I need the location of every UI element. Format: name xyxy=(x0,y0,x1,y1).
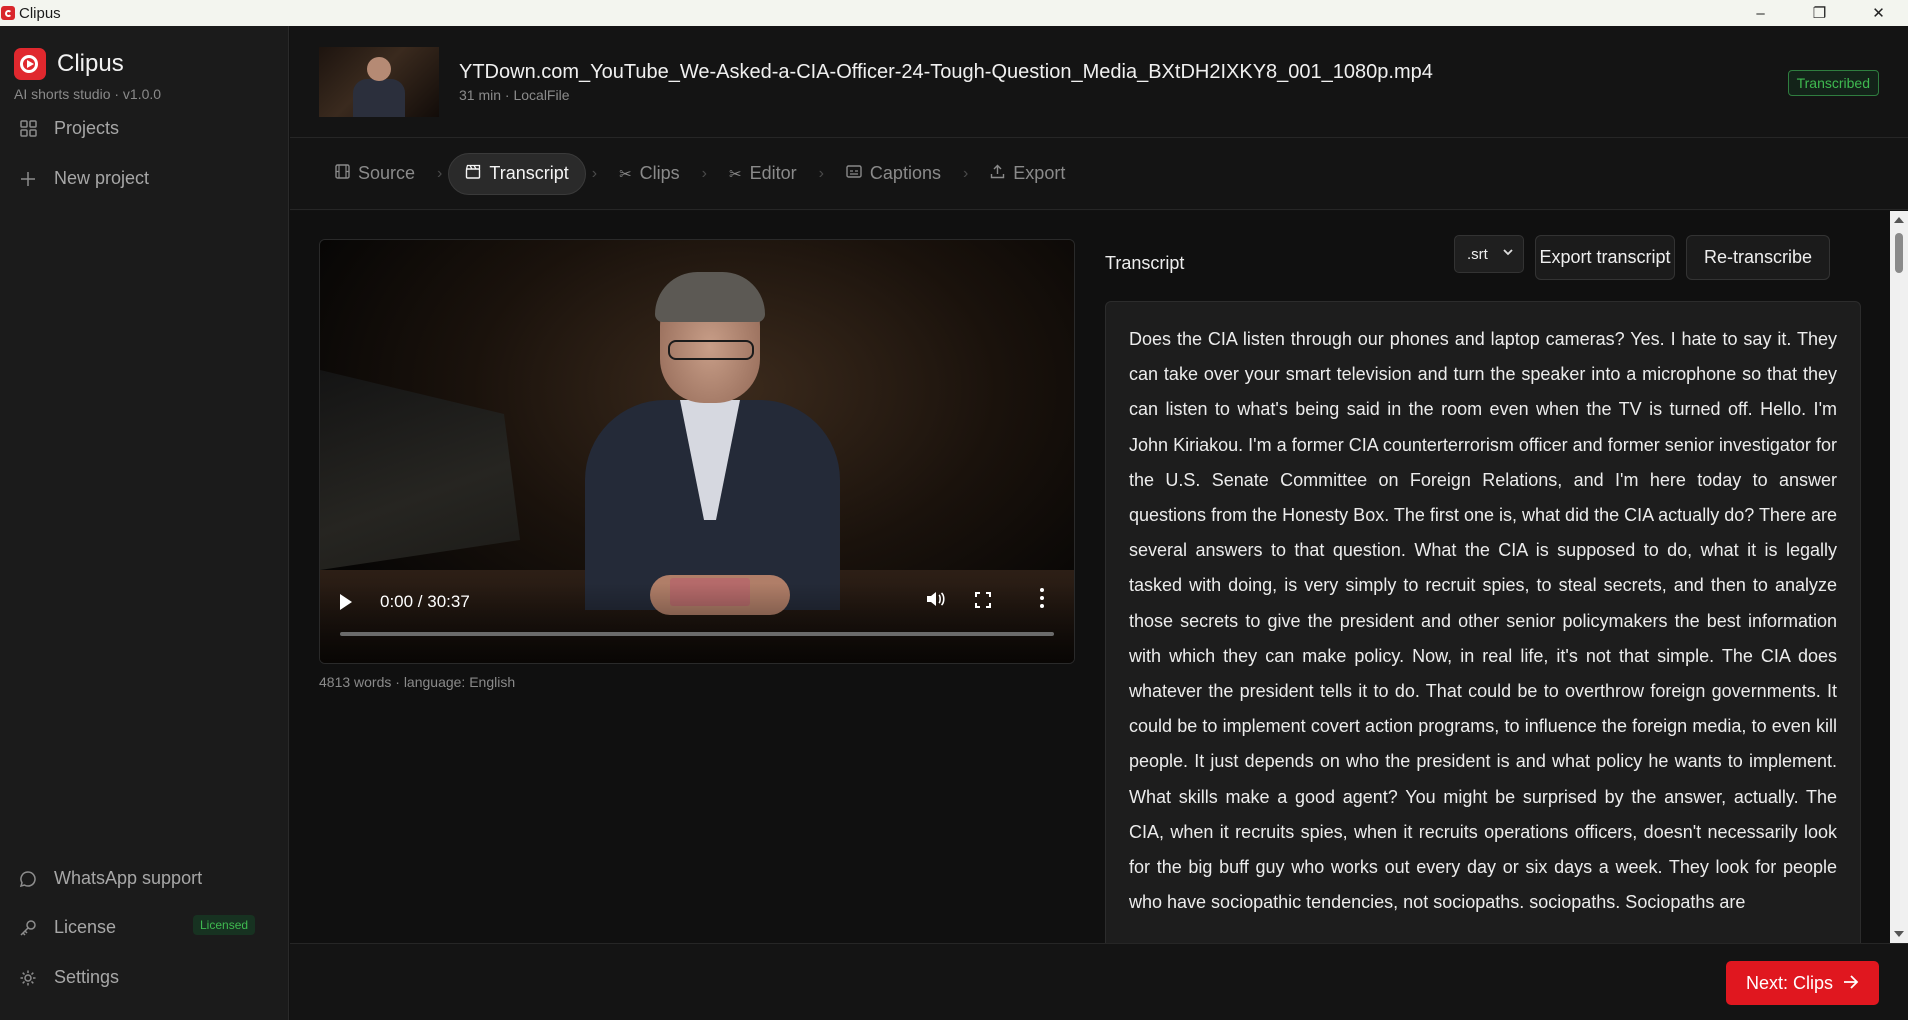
tab-captions[interactable]: Captions xyxy=(830,153,957,195)
app-icon xyxy=(1,6,15,20)
window-title: Clipus xyxy=(19,4,61,22)
step-label: Source xyxy=(358,163,416,183)
licensed-badge: Licensed xyxy=(193,915,256,935)
sidebar-item-label: WhatsApp support xyxy=(54,868,203,888)
transcript-panel[interactable]: Does the CIA listen through our phones a… xyxy=(1105,301,1861,943)
more-options-icon[interactable] xyxy=(1040,588,1044,610)
main-content: 0:00 / 30:37 4813 words · language: Engl… xyxy=(290,211,1890,943)
tab-transcript[interactable]: Transcript xyxy=(448,152,586,195)
brand-name: Clipus xyxy=(57,50,124,77)
step-label: Editor xyxy=(749,163,797,183)
footer: Next: Clips xyxy=(290,943,1908,1020)
sidebar-item-label: License xyxy=(54,917,117,937)
chevron-right-icon: › xyxy=(591,164,598,182)
chevron-right-icon: › xyxy=(818,164,824,182)
minimize-button[interactable]: – xyxy=(1731,0,1790,26)
chat-bubble-icon xyxy=(18,869,38,889)
video-time: 0:00 / 30:37 xyxy=(380,592,470,611)
window-controls: – ❐ ✕ xyxy=(1731,0,1908,26)
transcript-heading: Transcript xyxy=(1105,253,1185,273)
clapper-icon xyxy=(465,164,481,183)
next-clips-button[interactable]: Next: Clips xyxy=(1726,961,1879,1005)
sidebar-item-label: Settings xyxy=(54,967,120,987)
upload-icon xyxy=(990,164,1005,183)
chevron-down-icon xyxy=(1502,246,1514,261)
sidebar-item-label: Projects xyxy=(54,118,120,138)
scissors-icon: ✂ xyxy=(619,165,632,183)
video-meta: 4813 words · language: English xyxy=(319,674,516,690)
workflow-steps: Source › Transcript › ✂ Clips › ✂ Editor… xyxy=(290,138,1908,210)
retranscribe-button[interactable]: Re-transcribe xyxy=(1686,235,1830,280)
project-header: YTDown.com_YouTube_We-Asked-a-CIA-Office… xyxy=(290,26,1908,138)
step-label: Clips xyxy=(639,163,680,183)
scroll-down-icon[interactable] xyxy=(1894,931,1904,937)
step-label: Export xyxy=(1013,163,1066,183)
restore-button[interactable]: ❐ xyxy=(1790,0,1849,26)
sidebar-item-new-project[interactable]: New project xyxy=(18,168,149,189)
export-transcript-button[interactable]: Export transcript xyxy=(1535,235,1675,280)
scroll-up-icon[interactable] xyxy=(1894,217,1904,223)
chevron-right-icon: › xyxy=(962,164,969,182)
window-titlebar: Clipus – ❐ ✕ xyxy=(0,0,1908,26)
clipus-logo-icon xyxy=(14,48,46,80)
film-icon xyxy=(335,164,350,183)
sidebar: Clipus AI shorts studio · v1.0.0 Project… xyxy=(0,26,289,1020)
fullscreen-icon[interactable] xyxy=(975,592,991,608)
sidebar-item-label: New project xyxy=(54,168,150,188)
brand-subtitle: AI shorts studio · v1.0.0 xyxy=(14,86,162,102)
arrow-right-icon xyxy=(1843,973,1859,994)
gear-icon xyxy=(18,968,38,988)
sidebar-item-settings[interactable]: Settings xyxy=(18,967,119,988)
video-progress-track[interactable] xyxy=(340,632,1054,636)
tab-export[interactable]: Export xyxy=(974,153,1081,195)
scrollbar[interactable] xyxy=(1890,211,1908,943)
close-button[interactable]: ✕ xyxy=(1849,0,1908,26)
tab-editor[interactable]: ✂ Editor xyxy=(713,153,813,195)
key-icon xyxy=(18,918,38,938)
format-selected: .srt xyxy=(1467,245,1488,263)
tab-clips[interactable]: ✂ Clips xyxy=(603,153,696,195)
next-button-label: Next: Clips xyxy=(1745,972,1834,993)
scissors-icon: ✂ xyxy=(728,165,742,183)
step-label: Captions xyxy=(869,163,941,183)
plus-icon xyxy=(18,169,38,189)
sidebar-item-license[interactable]: License xyxy=(18,917,116,938)
volume-icon[interactable] xyxy=(925,590,945,613)
video-thumbnail xyxy=(319,47,439,117)
file-meta: 31 min · LocalFile xyxy=(459,87,570,103)
step-label: Transcript xyxy=(489,163,569,183)
transcript-text: Does the CIA listen through our phones a… xyxy=(1129,329,1837,913)
brand: Clipus xyxy=(14,48,124,80)
play-icon[interactable] xyxy=(340,594,352,610)
captions-icon xyxy=(846,165,862,182)
chevron-right-icon: › xyxy=(701,164,707,182)
file-title: YTDown.com_YouTube_We-Asked-a-CIA-Office… xyxy=(459,61,1433,83)
sidebar-item-whatsapp-support[interactable]: WhatsApp support xyxy=(18,868,202,889)
chevron-right-icon: › xyxy=(437,164,443,182)
grid-icon xyxy=(18,119,38,139)
status-badge: Transcribed xyxy=(1787,70,1879,96)
format-select[interactable]: .srt xyxy=(1454,235,1524,273)
video-player[interactable]: 0:00 / 30:37 xyxy=(319,239,1075,664)
scrollbar-thumb[interactable] xyxy=(1895,233,1903,273)
tab-source[interactable]: Source xyxy=(319,153,431,195)
sidebar-item-projects[interactable]: Projects xyxy=(18,118,119,139)
